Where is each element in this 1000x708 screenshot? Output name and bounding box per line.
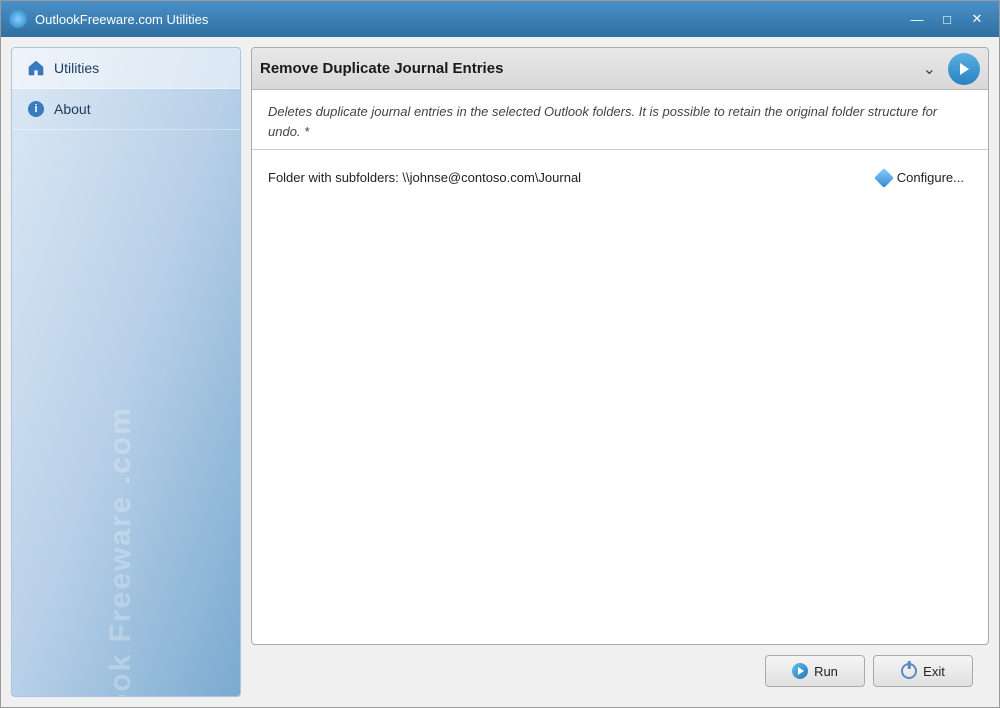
close-button[interactable]: ✕	[963, 8, 991, 30]
home-icon	[26, 58, 46, 78]
right-panel: Remove Duplicate Journal EntriesRemove D…	[251, 47, 989, 697]
app-icon	[9, 10, 27, 28]
utilities-label: Utilities	[54, 60, 99, 76]
exit-button[interactable]: Exit	[873, 655, 973, 687]
power-icon	[901, 663, 917, 679]
run-label: Run	[814, 664, 838, 679]
description-area: Deletes duplicate journal entries in the…	[252, 90, 988, 150]
configure-button[interactable]: Configure...	[869, 166, 972, 189]
bottom-bar: Run Exit	[251, 645, 989, 697]
window-controls: — □ ✕	[903, 8, 991, 30]
dropdown-header: Remove Duplicate Journal EntriesRemove D…	[252, 48, 988, 90]
window-title: OutlookFreeware.com Utilities	[35, 12, 903, 27]
title-bar: OutlookFreeware.com Utilities — □ ✕	[1, 1, 999, 37]
exit-label: Exit	[923, 664, 945, 679]
minimize-button[interactable]: —	[903, 8, 931, 30]
watermark: Outlook Freeware .com	[106, 542, 136, 697]
chevron-down-icon: ⌄	[923, 59, 936, 79]
play-icon	[792, 663, 808, 679]
configure-icon	[874, 168, 894, 188]
sidebar-item-about[interactable]: i About	[12, 89, 240, 130]
folder-area: Folder with subfolders: \\johnse@contoso…	[252, 150, 988, 205]
run-button[interactable]: Run	[765, 655, 865, 687]
about-label: About	[54, 101, 91, 117]
sidebar-item-utilities[interactable]: Utilities	[12, 48, 240, 89]
main-window: OutlookFreeware.com Utilities — □ ✕ Util…	[0, 0, 1000, 708]
description-text: Deletes duplicate journal entries in the…	[268, 102, 972, 141]
folder-path-label: Folder with subfolders: \\johnse@contoso…	[268, 170, 581, 185]
quick-run-button[interactable]	[948, 53, 980, 85]
info-icon: i	[26, 99, 46, 119]
sidebar: Utilities i About Outlook Freeware .com	[11, 47, 241, 697]
main-content: Utilities i About Outlook Freeware .com …	[1, 37, 999, 707]
configure-label: Configure...	[897, 170, 964, 185]
utility-dropdown[interactable]: Remove Duplicate Journal EntriesRemove D…	[260, 60, 923, 77]
maximize-button[interactable]: □	[933, 8, 961, 30]
content-area: Remove Duplicate Journal EntriesRemove D…	[251, 47, 989, 645]
